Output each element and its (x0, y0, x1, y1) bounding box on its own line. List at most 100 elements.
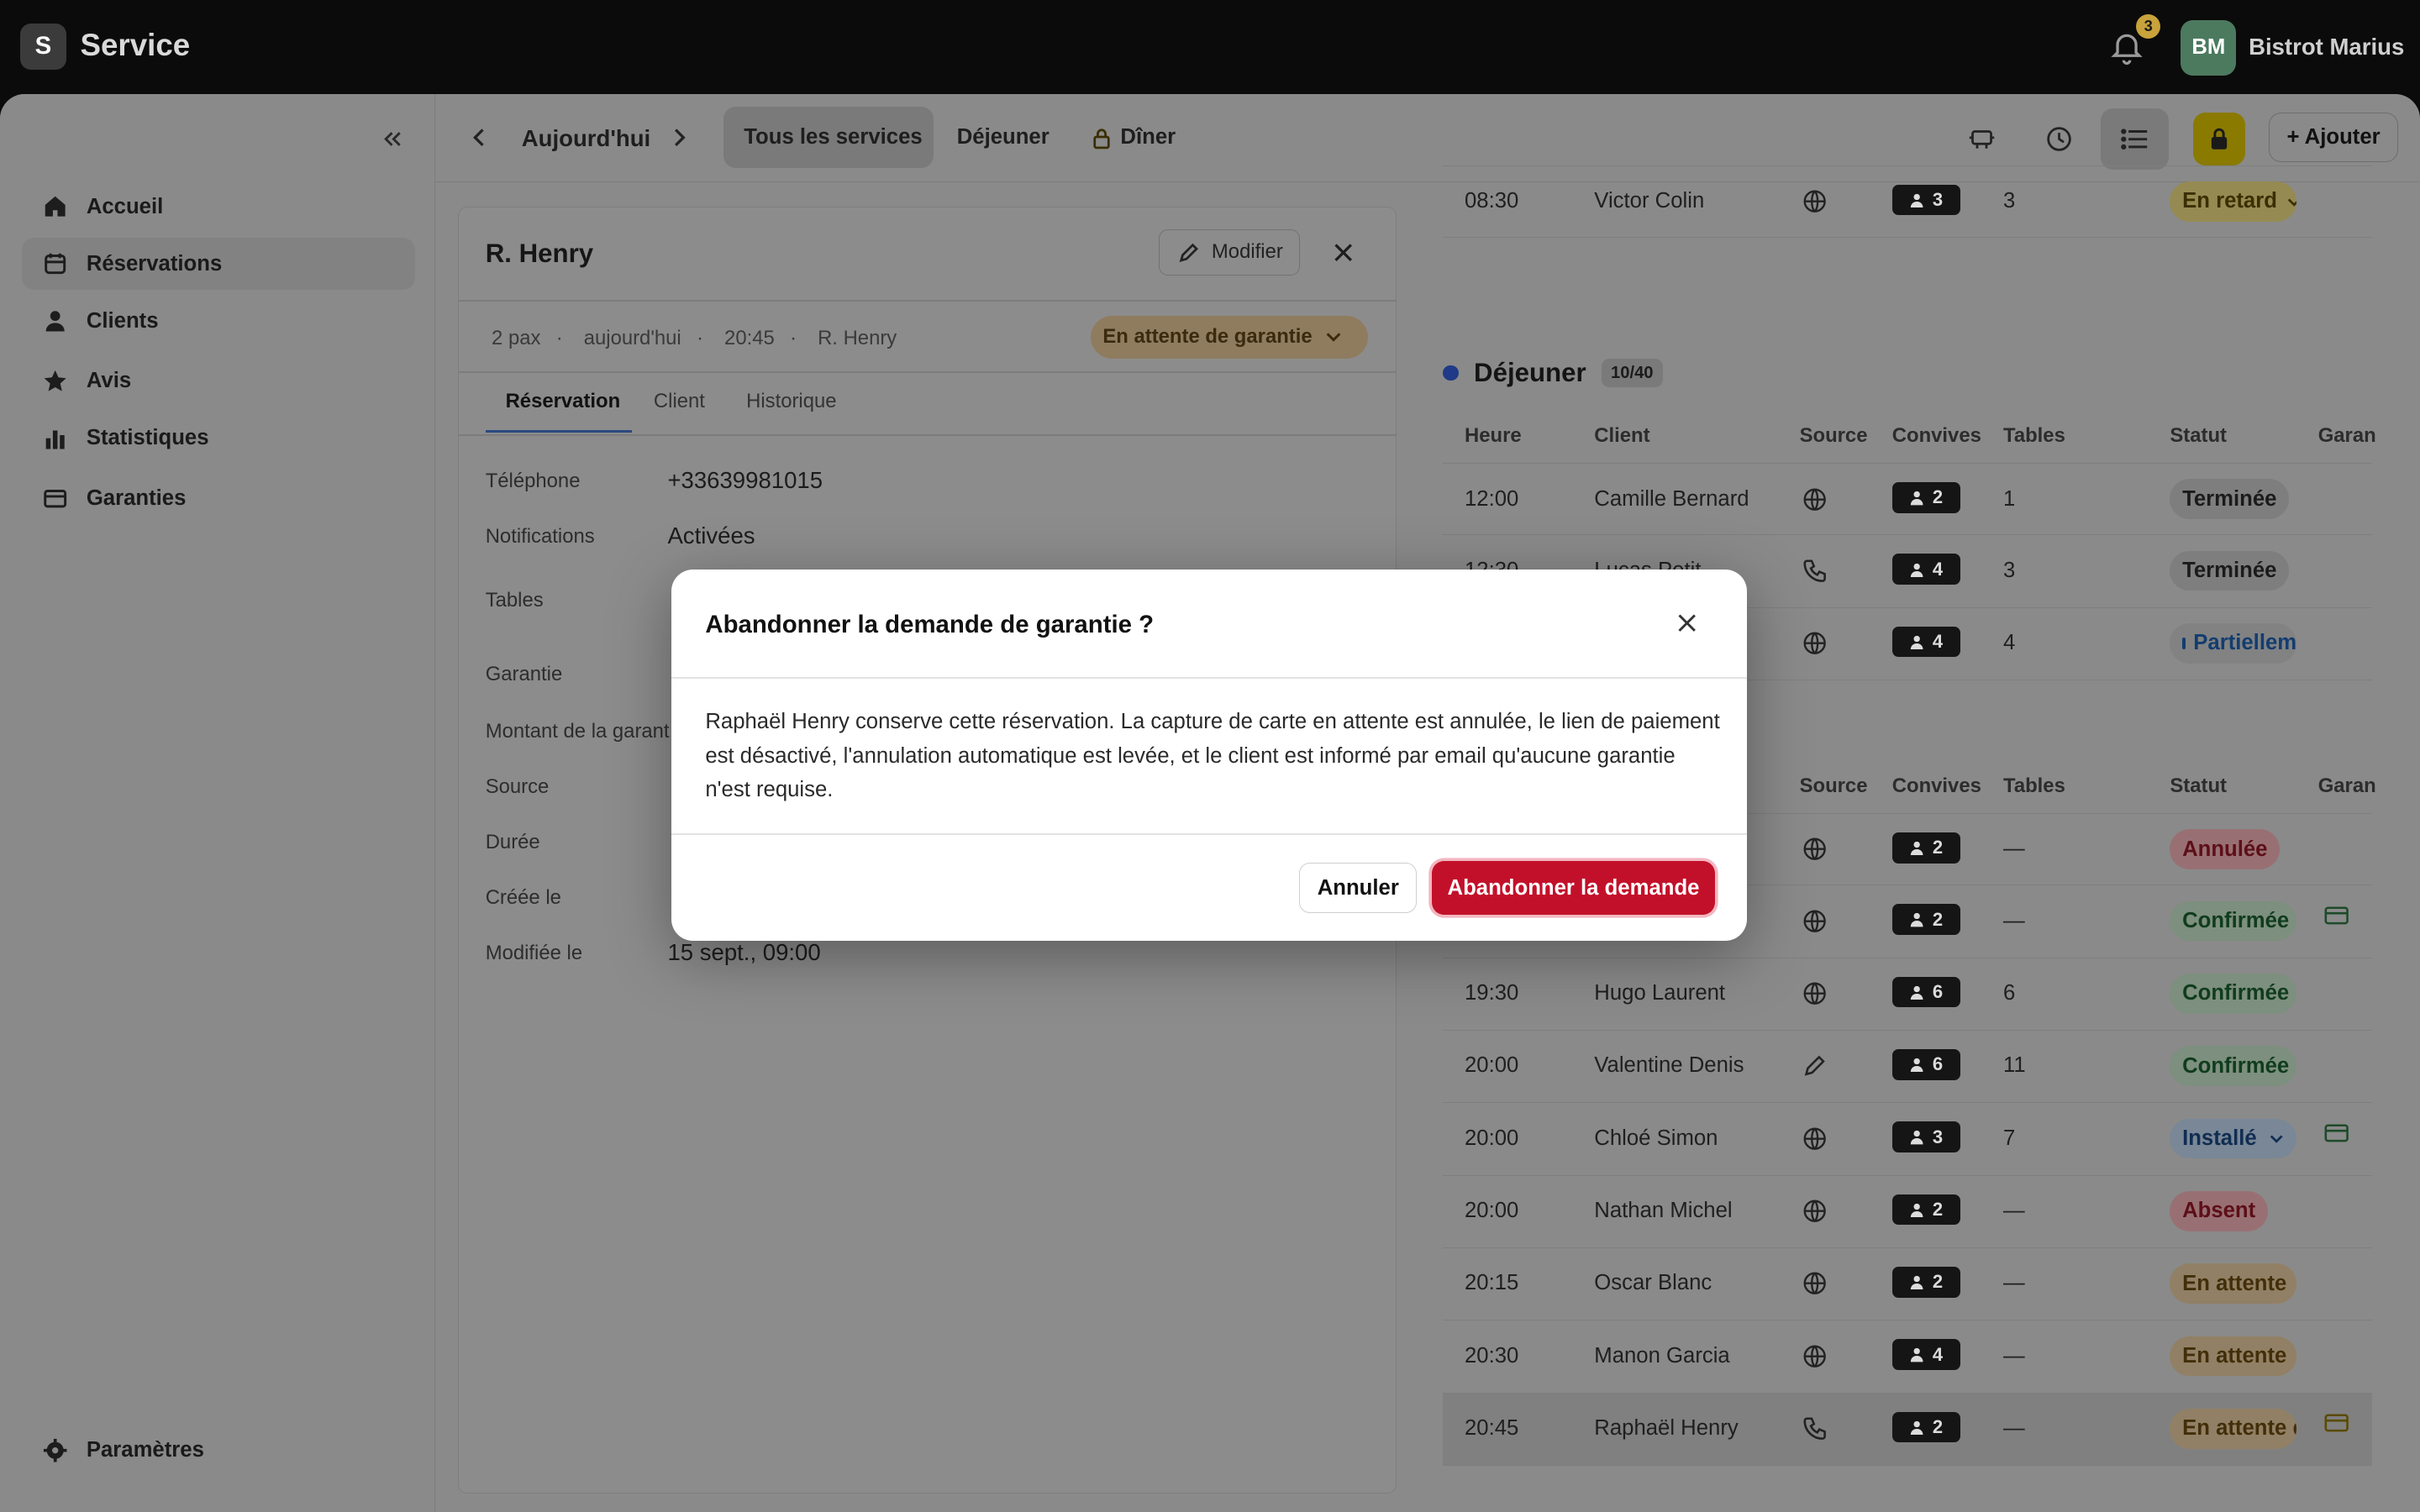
row-client: Raphaël Henry (1594, 1416, 1739, 1441)
avatar[interactable]: BM (2181, 19, 2237, 76)
sidebar-item-statistiques[interactable]: Statistiques (22, 412, 415, 464)
globe-icon (1802, 1126, 1827, 1151)
service-dot (1443, 365, 1459, 381)
abandon-request-button[interactable]: Abandonner la demande (1432, 860, 1715, 916)
field-label: Montant de la garant (485, 719, 670, 743)
status-badge[interactable]: En attente de garantie (2170, 1408, 2296, 1449)
status-badge[interactable]: Partiellement (2170, 623, 2296, 664)
section-name: Déjeuner (1474, 358, 1586, 388)
pax-badge: 6 (1891, 1048, 1960, 1080)
pax-badge: 4 (1891, 554, 1960, 585)
star-icon (43, 369, 67, 393)
status-badge[interactable]: Terminée (2170, 479, 2290, 520)
notification-badge: 3 (2135, 13, 2161, 39)
chevron-down-icon (1324, 328, 1343, 346)
guest-icon (1909, 984, 1924, 1000)
status-badge[interactable]: En retard (2170, 181, 2296, 222)
row-client: Valentine Denis (1594, 1053, 1744, 1078)
tab-all-services[interactable]: Tous les services (744, 125, 922, 150)
sidebar-item-accueil[interactable]: Accueil (22, 181, 415, 233)
row-time: 08:30 (1465, 189, 1519, 213)
sidebar-item-parametres[interactable]: Paramètres (43, 1438, 204, 1462)
pax-badge: 2 (1891, 904, 1960, 935)
field-label: Durée (485, 831, 540, 854)
pax-badge: 3 (1891, 1121, 1960, 1152)
row-time: 20:00 (1465, 1053, 1519, 1078)
close-icon[interactable] (1675, 611, 1699, 635)
status-badge[interactable]: Confirmée (2170, 1046, 2296, 1087)
home-icon (43, 194, 67, 218)
status-badge[interactable]: Terminée (2170, 550, 2290, 591)
guest-icon (1909, 490, 1924, 506)
status-badge[interactable]: Absent (2170, 1190, 2268, 1231)
pax-badge: 2 (1891, 1194, 1960, 1226)
sidebar-item-garanties[interactable]: Garanties (22, 472, 415, 524)
table-row-selected[interactable]: 20:45 Raphaël Henry 2 — En attente de ga… (1443, 1393, 2372, 1466)
pax-badge: 2 (1891, 1266, 1960, 1298)
close-icon[interactable] (1331, 240, 1355, 265)
dialog-title: Abandonner la demande de garantie ? (705, 611, 1155, 639)
field-label: Tables (485, 588, 544, 612)
col-header-status: Statut (2170, 424, 2227, 448)
col-header-guests: Convives (1891, 774, 1981, 798)
table-row[interactable]: 20:15 Oscar Blanc 2 — En attente (1443, 1248, 2372, 1321)
tab-lunch[interactable]: Déjeuner (957, 125, 1050, 150)
table-row[interactable]: 20:00 Valentine Denis 6 11 Confirmée (1443, 1031, 2372, 1104)
status-badge[interactable]: Annulée (2170, 829, 2281, 870)
status-dropdown[interactable]: En attente de garantie (1090, 315, 1369, 360)
detail-title: R. Henry (485, 238, 594, 268)
table-row[interactable]: 19:30 Hugo Laurent 6 6 Confirmée (1443, 958, 2372, 1031)
sidebar-item-clients[interactable]: Clients (22, 295, 415, 347)
globe-icon (1802, 1344, 1827, 1368)
row-tables: — (2003, 1343, 2025, 1368)
tab-client[interactable]: Client (654, 390, 705, 413)
row-client: Nathan Michel (1594, 1199, 1733, 1223)
globe-icon (1802, 631, 1827, 655)
collapse-sidebar-icon[interactable] (378, 125, 406, 153)
table-row[interactable]: 20:00 Nathan Michel 2 — Absent (1443, 1176, 2372, 1248)
row-tables: 4 (2003, 631, 2016, 655)
app-logo[interactable]: S (19, 23, 66, 70)
sidebar-item-reservations[interactable]: Réservations (21, 237, 416, 291)
edit-button[interactable]: Modifier (1158, 228, 1301, 276)
col-header-guarantee: Garan (2317, 424, 2376, 448)
row-tables: 11 (2003, 1053, 2026, 1078)
table-row[interactable]: 20:00 Chloé Simon 3 7 Installé (1443, 1103, 2372, 1176)
cancel-button[interactable]: Annuler (1299, 862, 1418, 914)
date-label[interactable]: Aujourd'hui (522, 125, 650, 152)
phone-value: +33639981015 (667, 466, 823, 493)
next-day-icon[interactable] (668, 125, 690, 150)
tab-reservation[interactable]: Réservation (506, 390, 621, 413)
tab-dinner[interactable]: Dîner (1120, 125, 1176, 150)
calendar-icon (43, 251, 67, 276)
table-row[interactable]: 20:30 Manon Garcia 4 — En attente (1443, 1320, 2372, 1394)
col-header-client: Client (1594, 424, 1650, 448)
guest-icon (1909, 1129, 1924, 1145)
gear-icon (43, 1438, 67, 1462)
table-row[interactable]: 08:30 Victor Colin 3 3 En retard (1443, 165, 2372, 238)
status-badge[interactable]: Confirmée (2170, 900, 2296, 942)
guest-icon (1909, 1347, 1924, 1362)
pencil-icon (1802, 1053, 1827, 1078)
venue-name[interactable]: Bistrot Marius (2249, 34, 2404, 60)
pax-badge: 4 (1891, 1339, 1960, 1370)
tab-history[interactable]: Historique (746, 390, 836, 413)
table-row[interactable]: 12:00 Camille Bernard 2 1 Terminée (1443, 463, 2372, 536)
reservation-meta: 2 pax · aujourd'hui · 20:45 · R. Henry (492, 326, 897, 349)
sidebar-item-avis[interactable]: Avis (22, 354, 415, 407)
status-badge[interactable]: Confirmée (2170, 973, 2296, 1014)
partial-icon (2182, 637, 2186, 650)
status-badge[interactable]: En attente (2170, 1336, 2296, 1377)
status-badge[interactable]: Installé (2170, 1118, 2296, 1159)
status-badge[interactable]: En attente (2170, 1263, 2296, 1304)
col-header-guests: Convives (1891, 424, 1981, 448)
prev-day-icon[interactable] (469, 125, 491, 150)
globe-icon (1802, 981, 1827, 1005)
meta-time: 20:45 (724, 326, 775, 349)
row-tables: 1 (2003, 486, 2016, 511)
pax-badge: 3 (1891, 184, 1960, 216)
pax-badge: 2 (1891, 832, 1960, 864)
guest-icon (1909, 911, 1924, 927)
row-time: 20:00 (1465, 1126, 1519, 1150)
row-client: Chloé Simon (1594, 1126, 1718, 1150)
